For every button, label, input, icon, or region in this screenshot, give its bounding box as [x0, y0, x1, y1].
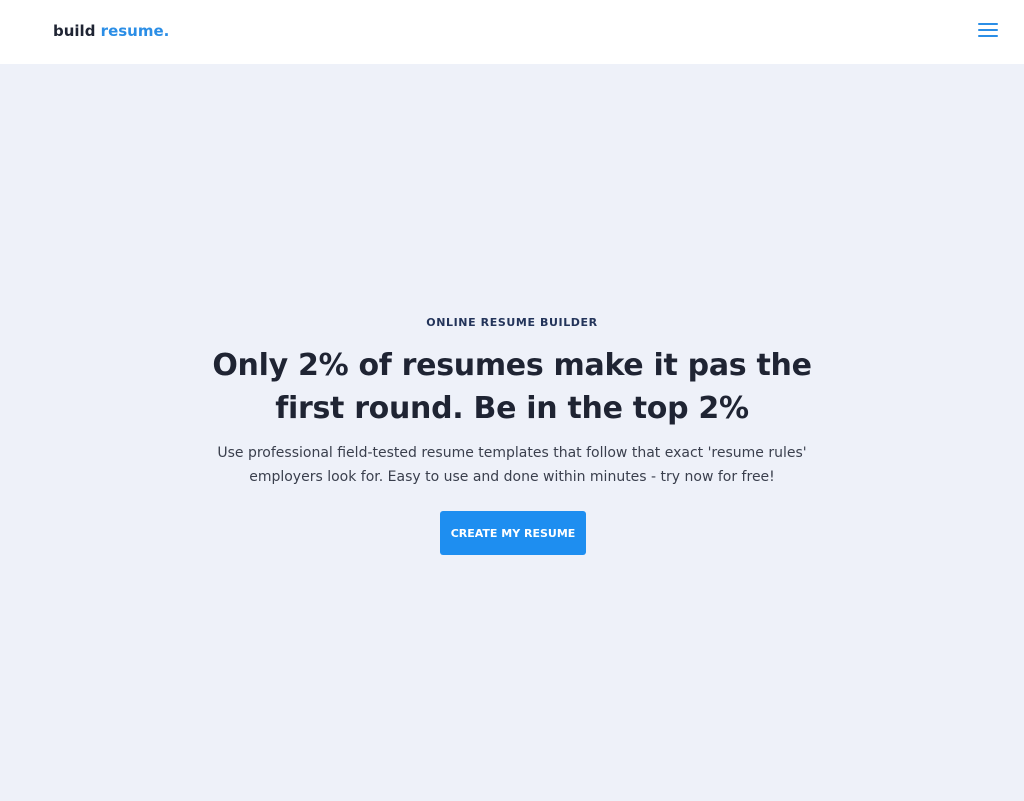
- menu-line: [978, 23, 998, 25]
- top-navbar: build resume.: [0, 0, 1024, 64]
- brand-text-build: build: [53, 22, 96, 40]
- brand-logo[interactable]: build resume.: [53, 20, 169, 42]
- hamburger-menu-icon[interactable]: [976, 20, 1000, 40]
- hero-subtext: Use professional field-tested resume tem…: [217, 445, 807, 485]
- hero-section: ONLINE RESUME BUILDER Only 2% of resumes…: [0, 64, 1024, 801]
- create-resume-button[interactable]: CREATE MY RESUME: [440, 511, 586, 555]
- hero-eyebrow: ONLINE RESUME BUILDER: [426, 316, 598, 329]
- menu-line: [978, 35, 998, 37]
- hero-headline: Only 2% of resumes make it pas the first…: [212, 348, 812, 426]
- brand-text-resume: resume.: [100, 22, 170, 40]
- menu-line: [978, 29, 998, 31]
